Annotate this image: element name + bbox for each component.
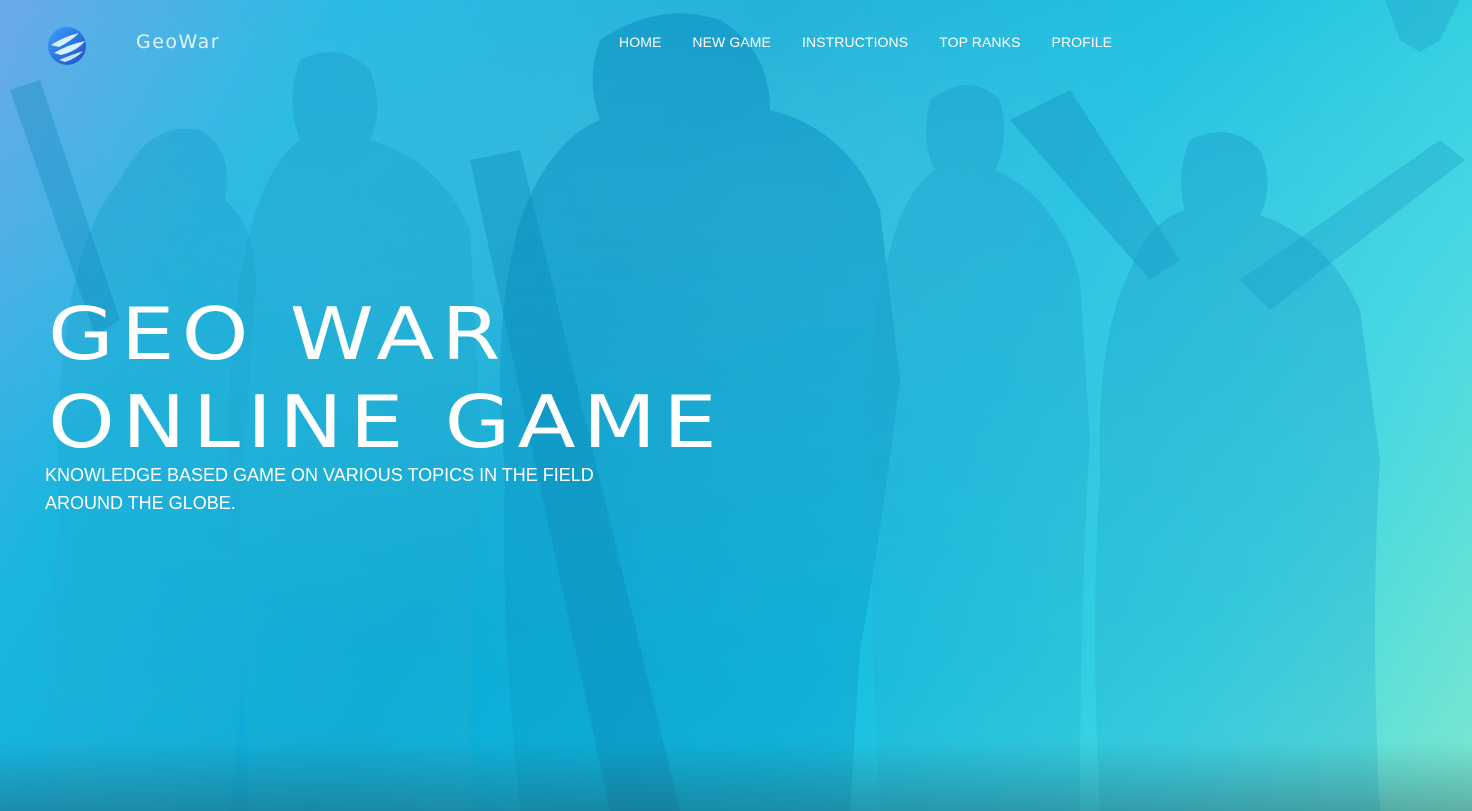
nav-link-top-ranks[interactable]: TOP RANKS [939,34,1020,50]
brand-name[interactable]: GeoWar [136,31,220,53]
bottom-shadow [0,741,1472,811]
hero-section: GeoWar HOME NEW GAME INSTRUCTIONS TOP RA… [0,0,1472,811]
nav-link-home[interactable]: HOME [619,34,661,50]
hero-subtitle: KNOWLEDGE BASED GAME ON VARIOUS TOPICS I… [45,465,594,513]
nav-link-profile[interactable]: PROFILE [1052,34,1113,50]
nav-link-instructions[interactable]: INSTRUCTIONS [802,34,908,50]
nav-link-new-game[interactable]: NEW GAME [692,34,771,50]
hero-headline-line-2: ONLINE GAME [48,380,724,464]
hero-headline-line-1: GEO WAR [48,292,508,376]
globe-swoosh-icon[interactable] [45,25,89,67]
hero-headline: GEO WAR ONLINE GAME [48,290,724,466]
top-navbar: GeoWar HOME NEW GAME INSTRUCTIONS TOP RA… [0,0,1472,84]
nav-menu: HOME NEW GAME INSTRUCTIONS TOP RANKS PRO… [619,34,1112,50]
